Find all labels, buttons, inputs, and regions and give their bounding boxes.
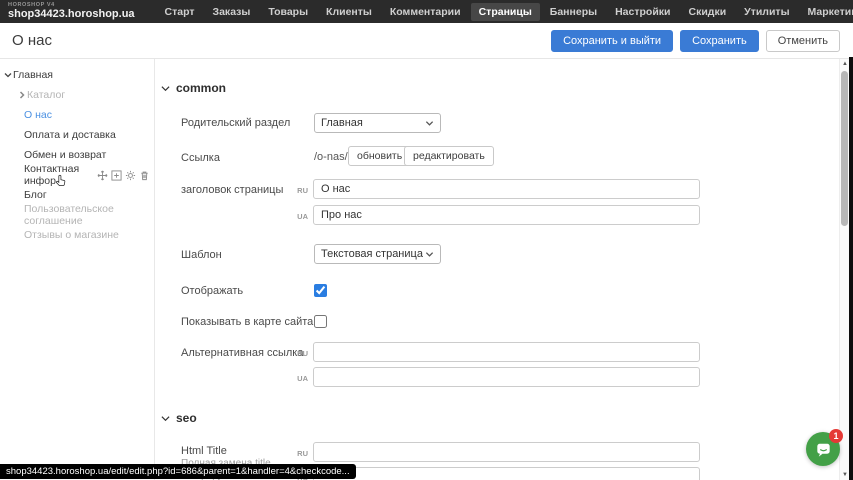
link-refresh-button[interactable]: обновить [348, 146, 411, 166]
page-title-ru-input[interactable] [313, 179, 700, 199]
tree-item-label: Обмен и возврат [24, 149, 106, 161]
section-common[interactable]: common [161, 81, 226, 95]
sidebar-item-oplata-i-dostavka[interactable]: Оплата и доставка [0, 126, 155, 144]
tree-item-label: Главная [13, 69, 53, 81]
vertical-scrollbar[interactable]: ▲ ▼ [839, 59, 849, 480]
sidebar-item-katalog[interactable]: Каталог [0, 86, 155, 104]
section-title: common [176, 81, 226, 95]
nav-item-clients[interactable]: Клиенты [318, 3, 380, 21]
tree-item-label: Пользовательское соглашение [24, 203, 155, 227]
nav-item-utilities[interactable]: Утилиты [736, 3, 797, 21]
alt-link-ua-input[interactable] [313, 367, 700, 387]
status-url-bar: shop34423.horoshop.ua/edit/edit.php?id=6… [0, 464, 356, 479]
tree-item-label: Оплата и доставка [24, 129, 116, 141]
sidebar-item-obmen-i-vozvrat[interactable]: Обмен и возврат [0, 146, 155, 164]
tree-item-label: Каталог [27, 89, 65, 101]
save-and-exit-button[interactable]: Сохранить и выйти [551, 30, 673, 52]
link-value: /o-nas/ [314, 151, 348, 163]
chevron-down-icon [425, 250, 434, 259]
chat-unread-badge: 1 [829, 429, 843, 443]
gear-icon[interactable] [125, 170, 136, 181]
nav-item-discounts[interactable]: Скидки [681, 3, 735, 21]
save-button[interactable]: Сохранить [680, 30, 759, 52]
lang-ua-badge: UA [284, 374, 308, 383]
html-title-ua-input[interactable] [313, 467, 700, 480]
page-title-ua-input[interactable] [313, 205, 700, 225]
nav-item-products[interactable]: Товары [260, 3, 316, 21]
tree-item-label: Отзывы о магазине [24, 229, 119, 241]
display-label: Отображать [181, 285, 243, 297]
pages-tree-sidebar: Главная Каталог О нас Оплата и доставка … [0, 59, 155, 480]
link-edit-button[interactable]: редактировать [404, 146, 494, 166]
link-label: Ссылка [181, 152, 220, 164]
page-header: О нас Сохранить и выйти Сохранить Отмени… [0, 23, 853, 59]
chevron-down-icon [161, 84, 170, 93]
alt-link-ru-input[interactable] [313, 342, 700, 362]
select-value: Главная [321, 117, 363, 129]
chevron-down-icon [425, 119, 434, 128]
edit-form: common Родительский раздел Главная Ссылк… [156, 59, 839, 480]
page-title-label: заголовок страницы [181, 184, 283, 196]
html-title-ru-input[interactable] [313, 442, 700, 462]
chevron-down-icon [161, 414, 170, 423]
tree-item-label: Контактная инфор [24, 163, 97, 187]
add-page-icon[interactable] [111, 170, 122, 181]
nav-item-start[interactable]: Старт [157, 3, 203, 21]
trash-icon[interactable] [139, 170, 150, 181]
lang-ru-badge: RU [284, 186, 308, 195]
html-title-label: Html Title [181, 445, 227, 457]
app-window: HOROSHOP V4 shop34423.horoshop.ua Старт … [0, 0, 853, 480]
page-title: О нас [12, 32, 52, 49]
sidebar-item-kontaktnaya-infor[interactable]: Контактная инфор [0, 166, 155, 184]
tree-item-label: Блог [24, 189, 47, 201]
section-seo[interactable]: seo [161, 411, 197, 425]
window-edge-strip [849, 57, 853, 480]
chevron-right-icon[interactable] [17, 91, 27, 99]
nav-item-marketing[interactable]: Маркетинг [800, 3, 853, 21]
nav-item-banners[interactable]: Баннеры [542, 3, 605, 21]
template-label: Шаблон [181, 249, 222, 261]
sidebar-item-polzovatelskoe-soglashenie[interactable]: Пользовательское соглашение [0, 206, 155, 224]
sitemap-checkbox[interactable] [314, 315, 327, 328]
lang-ru-badge: RU [284, 449, 308, 458]
tree-item-label: О нас [24, 109, 52, 121]
parent-section-label: Родительский раздел [181, 117, 290, 129]
sitemap-label: Показывать в карте сайта [181, 316, 313, 328]
chat-bubble-icon [814, 440, 833, 459]
template-select[interactable]: Текстовая страница [314, 244, 441, 264]
top-bar: HOROSHOP V4 shop34423.horoshop.ua Старт … [0, 0, 853, 23]
brand-domain-label: shop34423.horoshop.ua [8, 9, 135, 20]
sidebar-item-o-nas[interactable]: О нас [0, 106, 155, 124]
sidebar-item-otzyvy-o-magazine[interactable]: Отзывы о магазине [0, 226, 155, 244]
sidebar-item-blog[interactable]: Блог [0, 186, 155, 204]
nav-item-pages[interactable]: Страницы [471, 3, 540, 21]
sidebar-item-glavnaya[interactable]: Главная [0, 66, 155, 84]
nav-item-comments[interactable]: Комментарии [382, 3, 469, 21]
move-icon[interactable] [97, 170, 108, 181]
lang-ua-badge: UA [284, 212, 308, 221]
cancel-button[interactable]: Отменить [766, 30, 840, 52]
scrollbar-thumb[interactable] [841, 71, 848, 226]
parent-section-select[interactable]: Главная [314, 113, 441, 133]
chevron-down-icon[interactable] [3, 71, 13, 79]
display-checkbox[interactable] [314, 284, 327, 297]
main-nav: Старт Заказы Товары Клиенты Комментарии … [157, 3, 853, 21]
lang-ru-badge: RU [284, 349, 308, 358]
nav-item-settings[interactable]: Настройки [607, 3, 678, 21]
section-title: seo [176, 411, 197, 425]
select-value: Текстовая страница [321, 248, 423, 260]
brand-logo[interactable]: HOROSHOP V4 shop34423.horoshop.ua [8, 3, 135, 21]
nav-item-orders[interactable]: Заказы [205, 3, 259, 21]
